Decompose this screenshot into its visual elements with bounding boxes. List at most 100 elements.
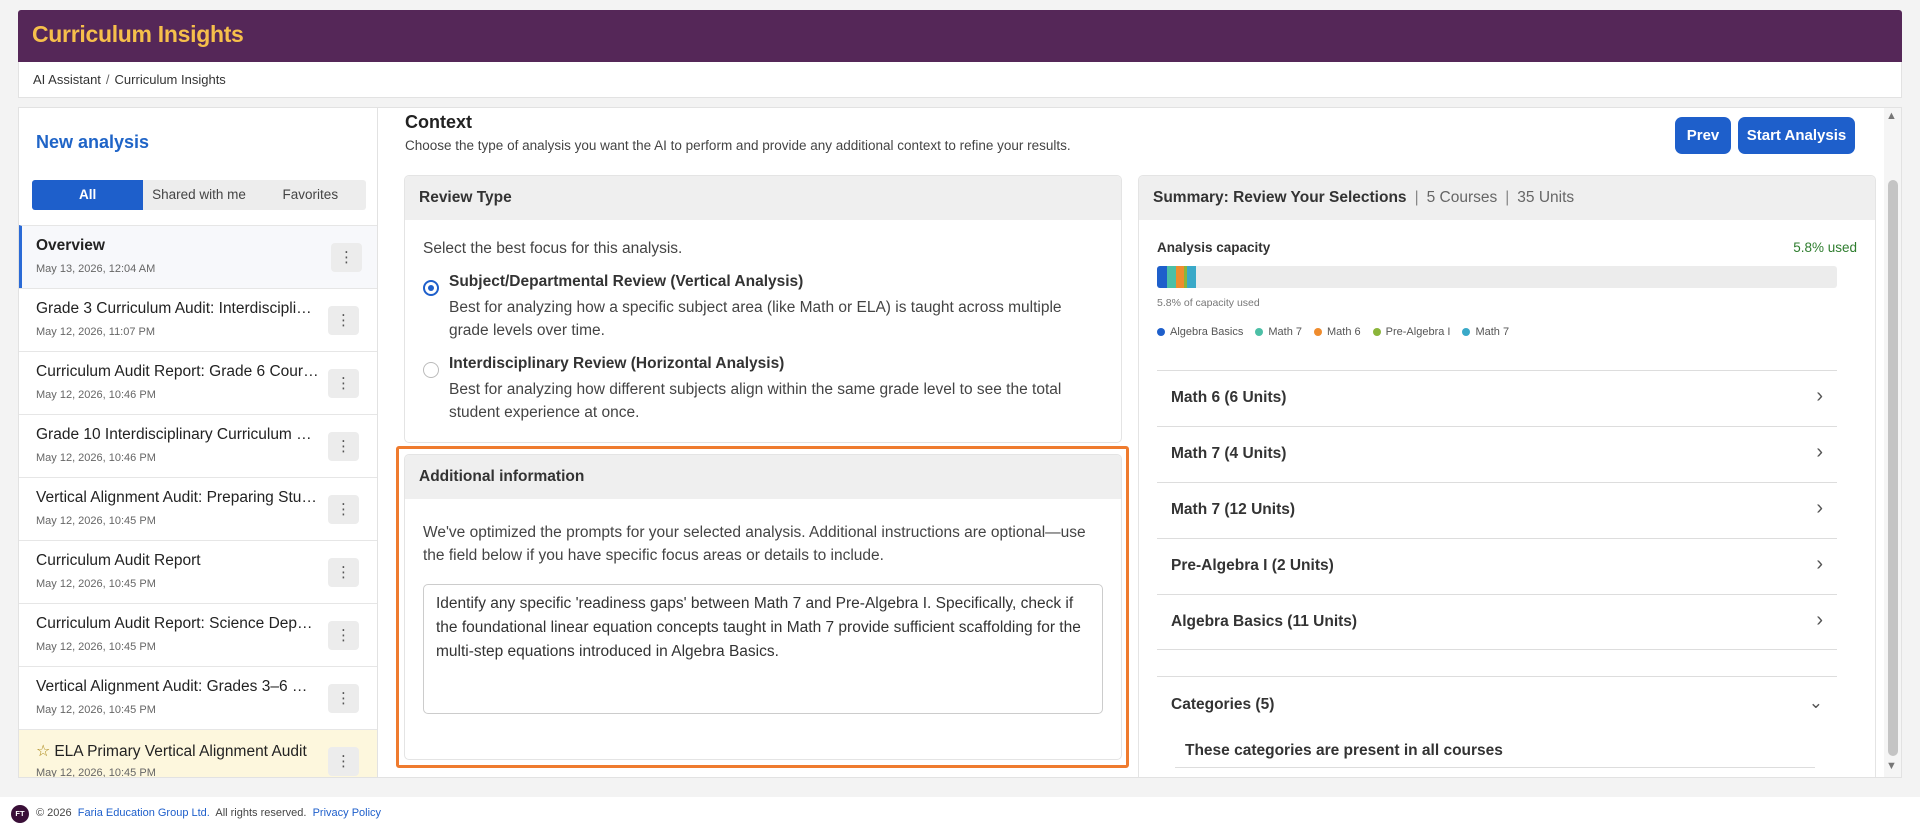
list-item-title: ELA Primary Vertical Alignment Audit [54, 743, 307, 760]
breadcrumb-curriculum-insights: Curriculum Insights [114, 72, 226, 87]
list-item[interactable]: Curriculum Audit Report: Grade 6 Course … [19, 351, 377, 414]
list-item[interactable]: Grade 10 Interdisciplinary Curriculum Re… [19, 414, 377, 477]
chevron-down-icon: ⌄ [1808, 693, 1823, 712]
summary-title: Summary: Review Your Selections [1153, 189, 1407, 206]
additional-instructions-textarea[interactable]: Identify any specific 'readiness gaps' b… [423, 584, 1103, 714]
list-item[interactable]: Vertical Alignment Audit: Preparing Stud… [19, 477, 377, 540]
course-accordion-algebra-basics[interactable]: Algebra Basics (11 Units) › [1157, 594, 1837, 650]
course-accordion-pre-algebra[interactable]: Pre-Algebra I (2 Units) › [1157, 538, 1837, 594]
list-item-name: Grade 10 Interdisciplinary Curriculum Re… [36, 426, 319, 443]
capacity-segment-algebra-basics [1157, 266, 1167, 288]
legend-item: Math 7 [1462, 326, 1509, 338]
more-options-icon[interactable]: ⋮ [331, 243, 362, 272]
list-item[interactable]: ☆ ELA Primary Vertical Alignment Audit Ma… [19, 729, 377, 778]
vertical-analysis-radio[interactable] [423, 280, 439, 296]
legend-dot [1157, 328, 1165, 336]
list-item[interactable]: Curriculum Audit Report: Science Departm… [19, 603, 377, 666]
legend-dot [1255, 328, 1264, 336]
capacity-bar [1157, 266, 1837, 288]
list-item[interactable]: Curriculum Audit Report May 12, 2026, 10… [19, 540, 377, 603]
more-options-icon[interactable]: ⋮ [328, 432, 359, 461]
horizontal-analysis-label[interactable]: Interdisciplinary Review (Horizontal Ana… [449, 355, 784, 373]
course-accordion-math-7-12[interactable]: Math 7 (12 Units) › [1157, 482, 1837, 538]
additional-info-header: Additional information [405, 455, 1121, 499]
chevron-right-icon: › [1816, 497, 1823, 519]
filter-tab-all[interactable]: All [32, 180, 144, 210]
summary-header: Summary: Review Your Selections | 5 Course… [1139, 176, 1875, 220]
scroll-down-icon[interactable]: ▼ [1886, 760, 1897, 772]
list-item-name: Vertical Alignment Audit: Grades 3–6 Mat… [36, 678, 319, 695]
chevron-right-icon: › [1816, 385, 1823, 407]
faria-logo: FT [11, 805, 29, 823]
filter-tab-shared[interactable]: Shared with me [143, 180, 254, 210]
start-analysis-button[interactable]: Start Analysis [1738, 117, 1855, 154]
context-title: Context [405, 112, 472, 132]
capacity-segment-math-6 [1176, 266, 1184, 288]
new-analysis-link[interactable]: New analysis [36, 132, 149, 153]
list-item-date: May 12, 2026, 10:46 PM [36, 452, 156, 464]
legend-label: Pre-Algebra I [1385, 326, 1451, 338]
list-item[interactable]: Overview May 13, 2026, 12:04 AM ⋮ [19, 225, 377, 288]
chevron-right-icon: › [1816, 609, 1823, 631]
list-item-date: May 12, 2026, 10:46 PM [36, 389, 156, 401]
legend-item: Math 6 [1314, 326, 1361, 338]
legend-item: Algebra Basics [1157, 326, 1243, 338]
divider [1175, 767, 1815, 768]
list-item-name: Curriculum Audit Report: Science Departm… [36, 615, 319, 632]
summary-units: 35 Units [1517, 189, 1575, 206]
more-options-icon[interactable]: ⋮ [328, 369, 359, 398]
course-accordion-math-7[interactable]: Math 7 (4 Units) › [1157, 426, 1837, 482]
scrollbar-thumb[interactable] [1888, 180, 1898, 756]
footer: FT © 2026 Faria Education Group Ltd. All… [0, 797, 1920, 831]
more-options-icon[interactable]: ⋮ [328, 306, 359, 335]
capacity-used: 5.8% used [1793, 240, 1857, 255]
categories-note: These categories are present in all cour… [1185, 742, 1503, 759]
more-options-icon[interactable]: ⋮ [328, 558, 359, 587]
list-item-date: May 12, 2026, 10:45 PM [36, 704, 156, 716]
more-options-icon[interactable]: ⋮ [328, 684, 359, 713]
star-icon[interactable]: ☆ [36, 743, 50, 760]
breadcrumb: AI Assistant / Curriculum Insights [33, 72, 226, 87]
rights-text: All rights reserved. [215, 807, 307, 819]
legend-label: Math 6 [1327, 326, 1361, 338]
review-type-card: Review Type Select the best focus for th… [404, 175, 1122, 443]
list-item-date: May 12, 2026, 10:45 PM [36, 641, 156, 653]
vertical-analysis-label[interactable]: Subject/Departmental Review (Vertical An… [449, 273, 803, 291]
list-item[interactable]: Grade 3 Curriculum Audit: Interdisciplin… [19, 288, 377, 351]
review-type-lead: Select the best focus for this analysis. [423, 240, 683, 257]
horizontal-analysis-radio[interactable] [423, 362, 439, 378]
prev-button[interactable]: Prev [1675, 117, 1731, 154]
context-description: Choose the type of analysis you want the… [405, 138, 1071, 153]
company-link[interactable]: Faria Education Group Ltd. [78, 807, 210, 819]
list-item-date: May 12, 2026, 10:45 PM [36, 767, 156, 778]
list-item-date: May 12, 2026, 11:07 PM [36, 326, 156, 338]
course-accordion-label: Math 7 (4 Units) [1171, 445, 1287, 462]
more-options-icon[interactable]: ⋮ [328, 621, 359, 650]
summary-courses: 5 Courses [1426, 189, 1498, 206]
list-item-date: May 12, 2026, 10:45 PM [36, 578, 156, 590]
legend-label: Math 7 [1268, 326, 1303, 338]
additional-info-lead: We've optimized the prompts for your sel… [423, 524, 1086, 564]
analysis-sidebar: New analysis All Shared with me Favorite… [18, 107, 378, 778]
filter-tab-favorites[interactable]: Favorites [255, 180, 366, 210]
scroll-up-icon[interactable]: ▲ [1886, 110, 1897, 122]
filter-tabs: All Shared with me Favorites [32, 180, 366, 210]
course-accordion-label: Algebra Basics (11 Units) [1171, 613, 1358, 630]
summary-card: Summary: Review Your Selections | 5 Course… [1138, 175, 1876, 777]
app-header: Curriculum Insights [18, 10, 1902, 62]
breadcrumb-ai-assistant[interactable]: AI Assistant [33, 72, 101, 87]
course-accordion-label: Math 6 (6 Units) [1171, 389, 1287, 406]
course-accordion-math-6[interactable]: Math 6 (6 Units) › [1157, 370, 1837, 426]
capacity-legend: Algebra Basics Math 7 Math 6 Pre-Algebra… [1157, 326, 1509, 338]
categories-accordion[interactable]: Categories (5) ⌄ [1157, 676, 1837, 732]
list-item[interactable]: Vertical Alignment Audit: Grades 3–6 Mat… [19, 666, 377, 729]
list-item-date: May 12, 2026, 10:45 PM [36, 515, 156, 527]
chevron-right-icon: › [1816, 553, 1823, 575]
legend-dot [1462, 328, 1471, 336]
list-item-name: Vertical Alignment Audit: Preparing Stud… [36, 489, 319, 506]
more-options-icon[interactable]: ⋮ [328, 495, 359, 524]
privacy-policy-link[interactable]: Privacy Policy [313, 807, 381, 819]
list-item-date: May 13, 2026, 12:04 AM [36, 263, 156, 275]
review-type-header: Review Type [405, 176, 1121, 220]
more-options-icon[interactable]: ⋮ [328, 747, 359, 776]
